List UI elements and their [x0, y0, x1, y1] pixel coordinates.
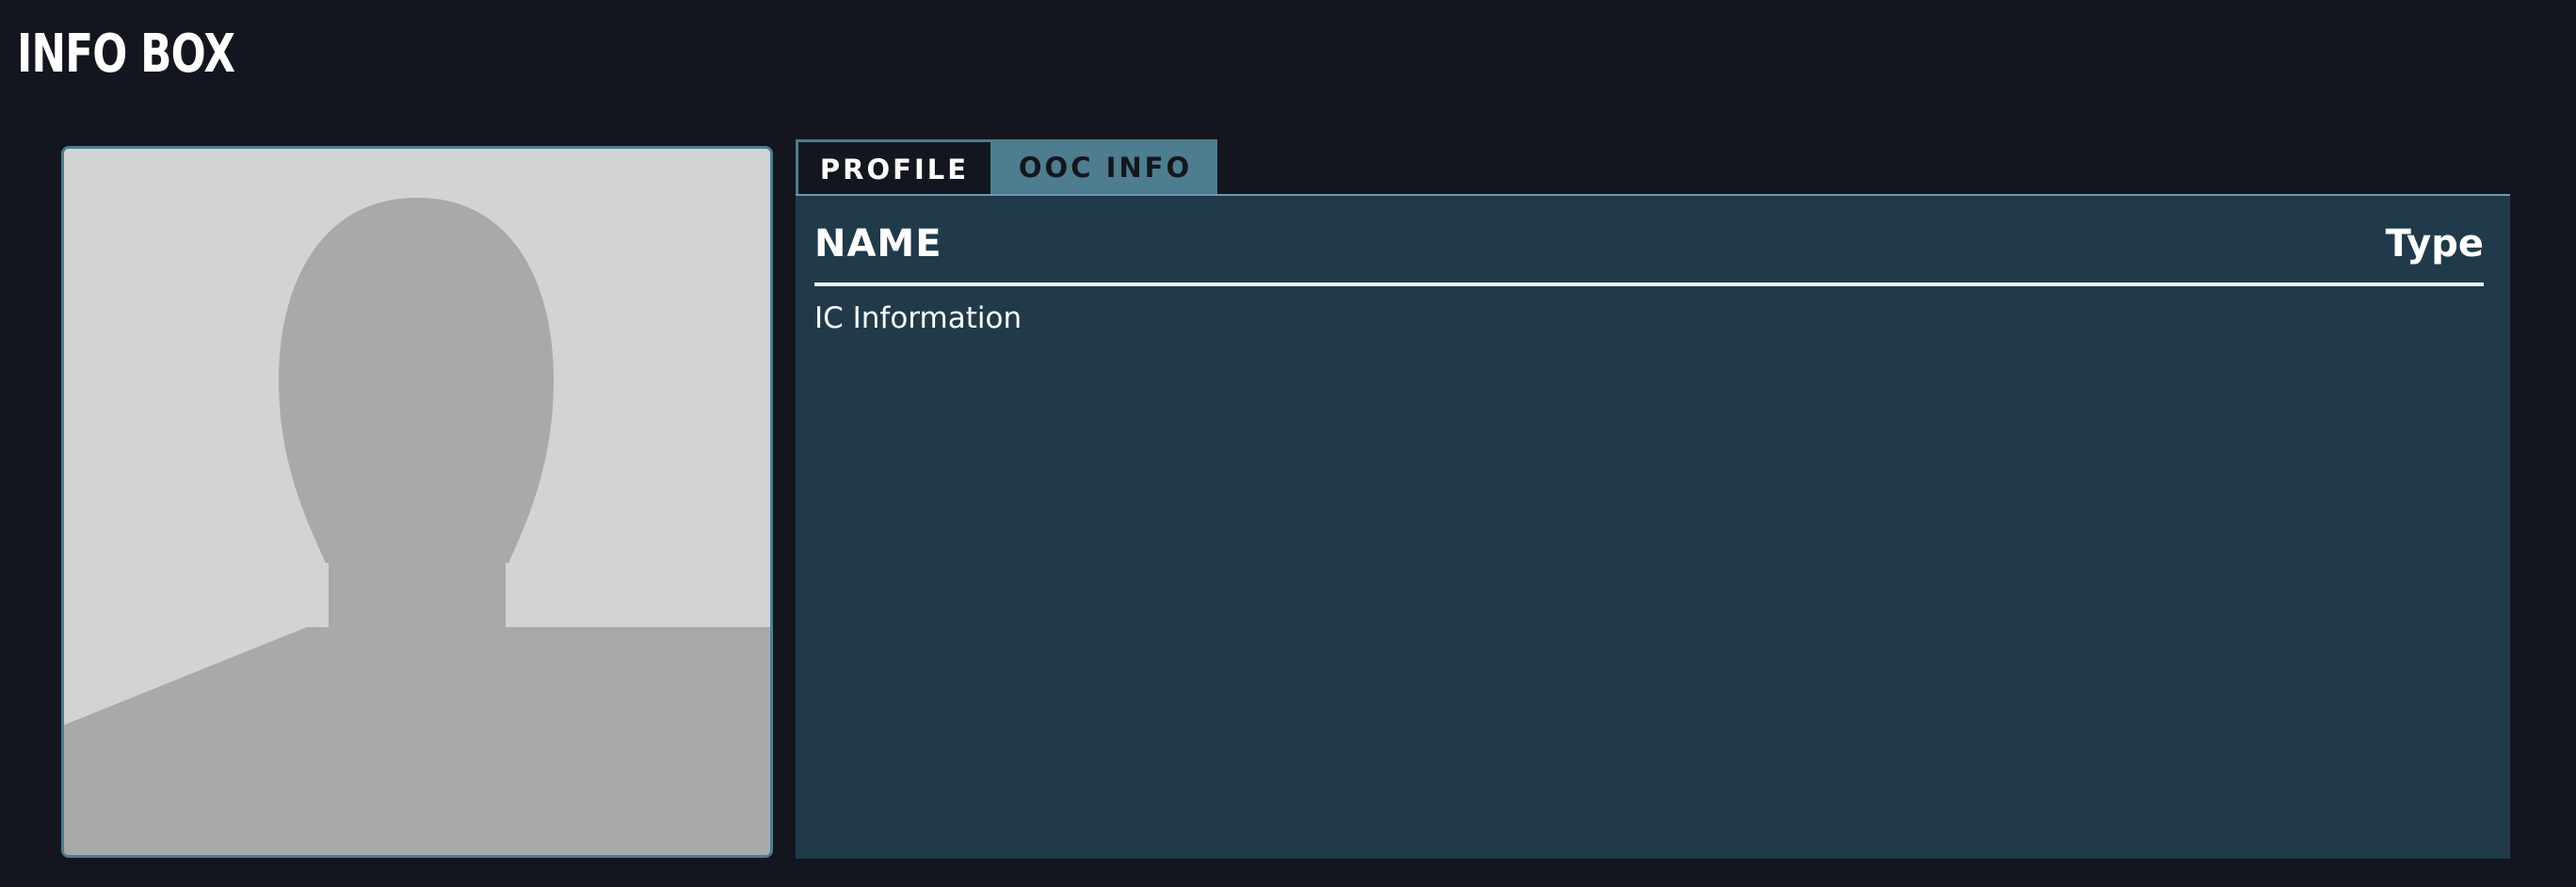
tab-profile-label: PROFILE [819, 153, 970, 185]
tab-profile[interactable]: PROFILE [796, 139, 993, 196]
ic-information-text: IC Information [814, 301, 1022, 335]
person-silhouette-icon [64, 149, 770, 855]
page-title: INFO BOX [17, 24, 235, 85]
profile-avatar [61, 146, 773, 858]
tab-ooc-info[interactable]: OOC INFO [993, 139, 1217, 196]
character-name: NAME [814, 222, 942, 266]
profile-panel: NAME Type IC Information [796, 194, 2510, 859]
character-type: Type [2385, 222, 2484, 266]
panel-header: NAME Type [814, 217, 2484, 286]
info-box-page: INFO BOX PROFILE OOC INFO NAME Type IC I… [0, 0, 2576, 887]
tab-ooc-info-label: OOC INFO [1018, 152, 1193, 184]
tab-bar: PROFILE OOC INFO [796, 139, 1217, 196]
